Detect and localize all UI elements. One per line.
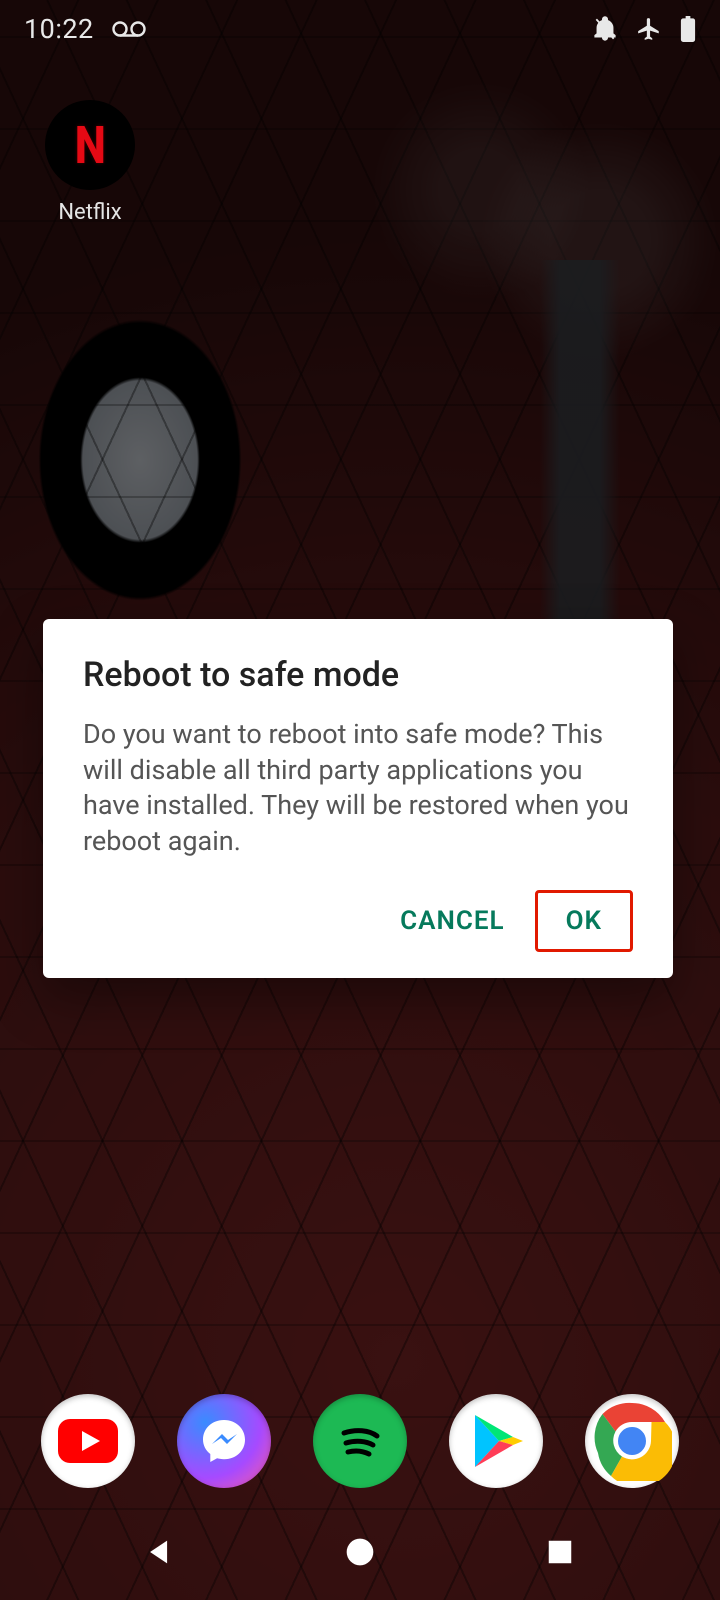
youtube-icon xyxy=(58,1419,118,1463)
recents-square-icon xyxy=(545,1537,575,1567)
nav-back-button[interactable] xyxy=(100,1522,220,1582)
ok-button[interactable]: OK xyxy=(535,890,633,952)
play-store-icon xyxy=(469,1411,523,1471)
safe-mode-dialog: Reboot to safe mode Do you want to reboo… xyxy=(43,619,673,978)
dialog-title: Reboot to safe mode xyxy=(83,655,633,695)
app-icon-netflix[interactable]: N Netflix xyxy=(30,100,150,225)
navigation-bar xyxy=(0,1504,720,1600)
dock-spotify[interactable] xyxy=(313,1394,407,1488)
back-triangle-icon xyxy=(143,1535,177,1569)
dock-youtube[interactable] xyxy=(41,1394,135,1488)
spotify-icon xyxy=(328,1409,392,1473)
netflix-icon: N xyxy=(45,100,135,190)
cancel-button[interactable]: CANCEL xyxy=(378,890,526,952)
dialog-actions: CANCEL OK xyxy=(83,890,633,952)
chrome-icon xyxy=(592,1401,672,1481)
battery-icon xyxy=(680,16,696,42)
home-circle-icon xyxy=(344,1536,376,1568)
home-app-grid: N Netflix xyxy=(30,100,150,225)
voicemail-icon xyxy=(112,19,146,39)
app-label: Netflix xyxy=(58,200,121,225)
status-bar: 10:22 xyxy=(0,0,720,58)
nav-recents-button[interactable] xyxy=(500,1522,620,1582)
airplane-mode-icon xyxy=(636,16,662,42)
status-time: 10:22 xyxy=(24,13,94,45)
nav-home-button[interactable] xyxy=(300,1522,420,1582)
dock-chrome[interactable] xyxy=(585,1394,679,1488)
notifications-off-icon xyxy=(592,16,618,42)
dock-play-store[interactable] xyxy=(449,1394,543,1488)
netflix-glyph: N xyxy=(74,115,105,176)
dock xyxy=(0,1394,720,1488)
messenger-icon xyxy=(197,1414,251,1468)
dock-messenger[interactable] xyxy=(177,1394,271,1488)
dialog-body: Do you want to reboot into safe mode? Th… xyxy=(83,717,633,860)
